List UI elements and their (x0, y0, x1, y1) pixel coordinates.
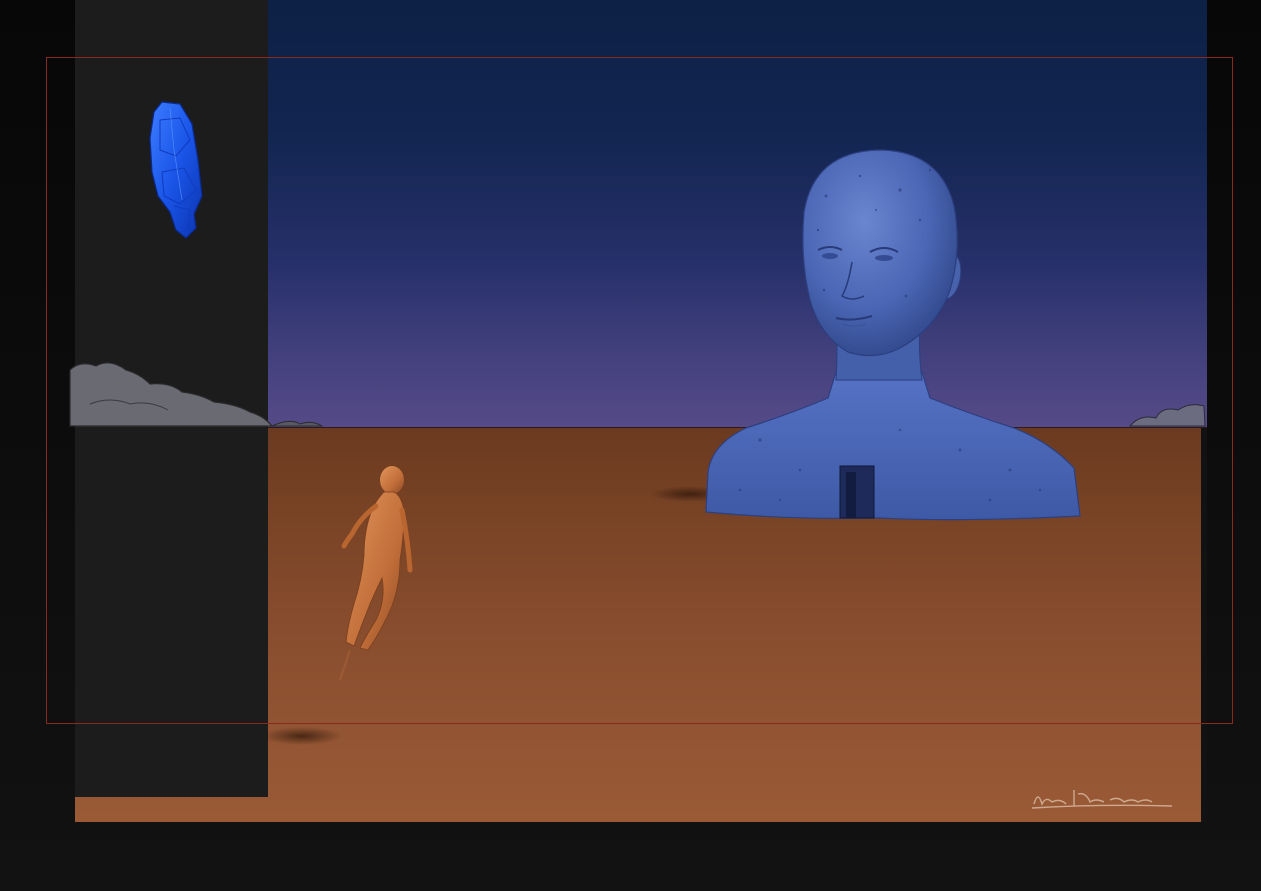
cloud-left (69, 362, 324, 427)
figure-shadow (262, 727, 342, 745)
scene-artwork (69, 101, 1206, 809)
signature-icon (1031, 790, 1173, 809)
crystal-icon (149, 101, 203, 239)
cloud-right (1128, 404, 1206, 427)
stone-head-bust-icon (705, 149, 1081, 521)
floating-figure-icon (339, 466, 413, 681)
